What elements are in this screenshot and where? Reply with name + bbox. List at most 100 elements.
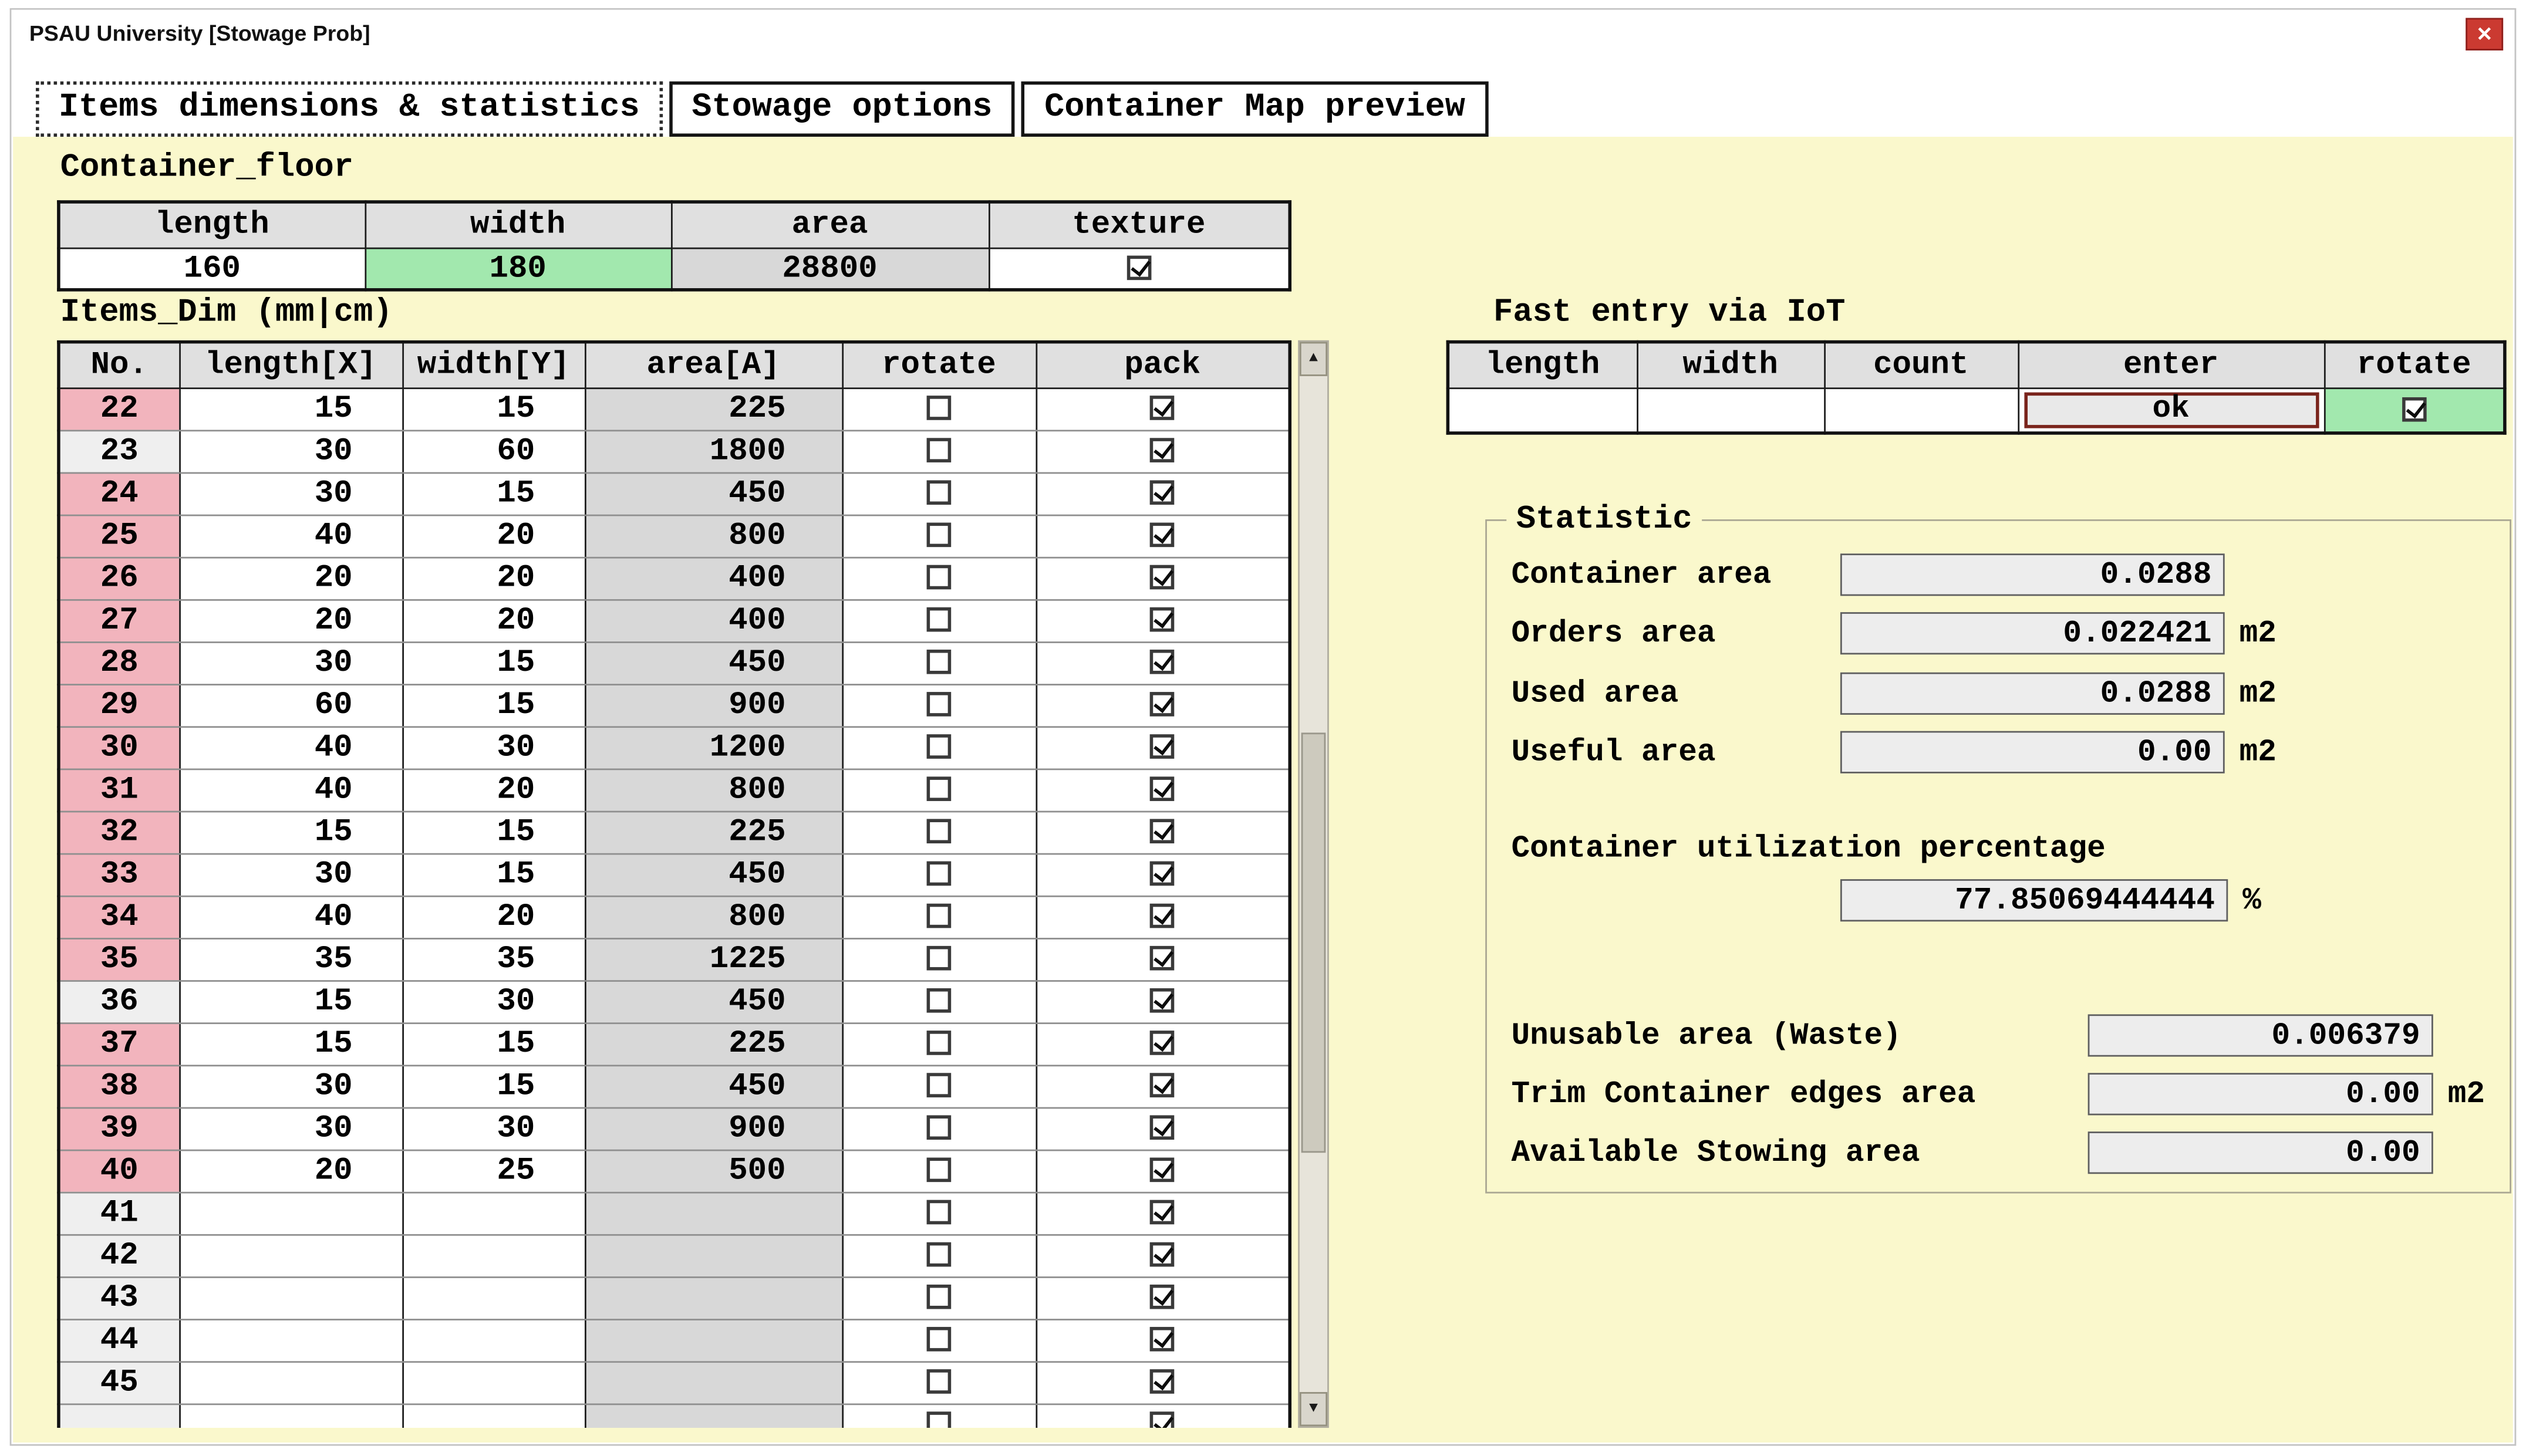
pack-checkbox[interactable] xyxy=(1150,777,1175,802)
items-pack-cell[interactable] xyxy=(1036,599,1290,641)
rotate-checkbox[interactable] xyxy=(927,1243,952,1268)
items-rotate-cell[interactable] xyxy=(842,811,1036,853)
items-no-cell[interactable]: 25 xyxy=(59,515,179,557)
utilization-field[interactable]: 77.85069444444 xyxy=(1840,879,2228,921)
items-area-cell[interactable]: 225 xyxy=(585,387,842,430)
items-length-cell[interactable]: 60 xyxy=(179,684,402,726)
items-area-cell[interactable]: 400 xyxy=(585,557,842,599)
items-length-cell[interactable]: 15 xyxy=(179,811,402,853)
items-area-cell[interactable]: 1225 xyxy=(585,938,842,980)
scroll-down-button[interactable]: ▼ xyxy=(1300,1392,1327,1426)
pack-checkbox[interactable] xyxy=(1150,608,1175,633)
items-pack-cell[interactable] xyxy=(1036,684,1290,726)
orders-area-field[interactable]: 0.022421 xyxy=(1840,612,2225,654)
items-area-cell[interactable] xyxy=(585,1403,842,1428)
items-width-cell[interactable]: 35 xyxy=(402,938,585,980)
items-length-cell[interactable]: 15 xyxy=(179,980,402,1022)
items-pack-cell[interactable] xyxy=(1036,811,1290,853)
items-length-cell[interactable]: 15 xyxy=(179,387,402,430)
pack-checkbox[interactable] xyxy=(1150,566,1175,590)
unusable-area-field[interactable]: 0.006379 xyxy=(2088,1014,2433,1056)
items-area-cell[interactable] xyxy=(585,1192,842,1234)
items-area-cell[interactable]: 1200 xyxy=(585,726,842,768)
items-pack-cell[interactable] xyxy=(1036,1234,1290,1276)
pack-checkbox[interactable] xyxy=(1150,862,1175,887)
items-area-cell[interactable] xyxy=(585,1234,842,1276)
rotate-checkbox[interactable] xyxy=(927,692,952,717)
items-rotate-cell[interactable] xyxy=(842,1107,1036,1150)
items-length-cell[interactable]: 40 xyxy=(179,515,402,557)
pack-checkbox[interactable] xyxy=(1150,650,1175,675)
items-width-cell[interactable]: 30 xyxy=(402,726,585,768)
items-rotate-cell[interactable] xyxy=(842,430,1036,472)
items-area-cell[interactable]: 1800 xyxy=(585,430,842,472)
items-width-cell[interactable]: 30 xyxy=(402,980,585,1022)
items-length-cell[interactable]: 30 xyxy=(179,472,402,515)
items-no-cell[interactable]: 36 xyxy=(59,980,179,1022)
items-width-cell[interactable] xyxy=(402,1192,585,1234)
pack-checkbox[interactable] xyxy=(1150,692,1175,717)
rotate-checkbox[interactable] xyxy=(927,650,952,675)
items-no-cell[interactable]: 44 xyxy=(59,1319,179,1361)
items-length-cell[interactable]: 40 xyxy=(179,768,402,810)
items-rotate-cell[interactable] xyxy=(842,1276,1036,1319)
pack-checkbox[interactable] xyxy=(1150,1370,1175,1394)
cf-area-cell[interactable]: 28800 xyxy=(671,248,989,290)
items-no-cell[interactable]: 45 xyxy=(59,1361,179,1403)
items-area-cell[interactable]: 225 xyxy=(585,811,842,853)
items-no-cell[interactable]: 26 xyxy=(59,557,179,599)
items-no-cell[interactable]: 43 xyxy=(59,1276,179,1319)
items-pack-cell[interactable] xyxy=(1036,1403,1290,1428)
rotate-checkbox[interactable] xyxy=(927,777,952,802)
rotate-checkbox[interactable] xyxy=(927,566,952,590)
rotate-checkbox[interactable] xyxy=(927,1370,952,1394)
items-pack-cell[interactable] xyxy=(1036,430,1290,472)
close-button[interactable]: ✕ xyxy=(2466,18,2503,50)
items-no-cell[interactable]: 39 xyxy=(59,1107,179,1150)
rotate-checkbox[interactable] xyxy=(927,947,952,971)
items-rotate-cell[interactable] xyxy=(842,853,1036,896)
rotate-checkbox[interactable] xyxy=(927,438,952,463)
rotate-checkbox[interactable] xyxy=(927,396,952,421)
items-pack-cell[interactable] xyxy=(1036,1065,1290,1107)
items-area-cell[interactable] xyxy=(585,1319,842,1361)
items-area-cell[interactable]: 500 xyxy=(585,1150,842,1192)
pack-checkbox[interactable] xyxy=(1150,904,1175,929)
items-area-cell[interactable] xyxy=(585,1276,842,1319)
items-width-cell[interactable] xyxy=(402,1361,585,1403)
items-area-cell[interactable]: 900 xyxy=(585,1107,842,1150)
items-no-cell[interactable]: 24 xyxy=(59,472,179,515)
items-rotate-cell[interactable] xyxy=(842,896,1036,938)
items-length-cell[interactable]: 20 xyxy=(179,557,402,599)
rotate-checkbox[interactable] xyxy=(927,1031,952,1056)
items-no-cell[interactable]: 32 xyxy=(59,811,179,853)
pack-checkbox[interactable] xyxy=(1150,1116,1175,1140)
items-width-cell[interactable]: 60 xyxy=(402,430,585,472)
items-length-cell[interactable] xyxy=(179,1234,402,1276)
items-no-cell[interactable]: 22 xyxy=(59,387,179,430)
useful-area-field[interactable]: 0.00 xyxy=(1840,731,2225,773)
items-length-cell[interactable]: 30 xyxy=(179,1107,402,1150)
items-length-cell[interactable]: 30 xyxy=(179,1065,402,1107)
items-length-cell[interactable] xyxy=(179,1403,402,1428)
tab-stowage-options[interactable]: Stowage options xyxy=(669,82,1016,137)
items-pack-cell[interactable] xyxy=(1036,515,1290,557)
fe-rotate-cell[interactable] xyxy=(2324,387,2505,432)
items-width-cell[interactable]: 30 xyxy=(402,1107,585,1150)
items-area-cell[interactable] xyxy=(585,1361,842,1403)
items-rotate-cell[interactable] xyxy=(842,1361,1036,1403)
pack-checkbox[interactable] xyxy=(1150,819,1175,844)
items-length-cell[interactable] xyxy=(179,1276,402,1319)
items-pack-cell[interactable] xyxy=(1036,980,1290,1022)
items-pack-cell[interactable] xyxy=(1036,1361,1290,1403)
items-area-cell[interactable]: 450 xyxy=(585,980,842,1022)
rotate-checkbox[interactable] xyxy=(927,1412,952,1428)
items-pack-cell[interactable] xyxy=(1036,896,1290,938)
items-length-cell[interactable]: 20 xyxy=(179,1150,402,1192)
rotate-checkbox[interactable] xyxy=(927,862,952,887)
items-rotate-cell[interactable] xyxy=(842,1150,1036,1192)
trim-edges-field[interactable]: 0.00 xyxy=(2088,1073,2433,1115)
pack-checkbox[interactable] xyxy=(1150,1243,1175,1268)
items-width-cell[interactable] xyxy=(402,1234,585,1276)
items-no-cell[interactable]: 41 xyxy=(59,1192,179,1234)
